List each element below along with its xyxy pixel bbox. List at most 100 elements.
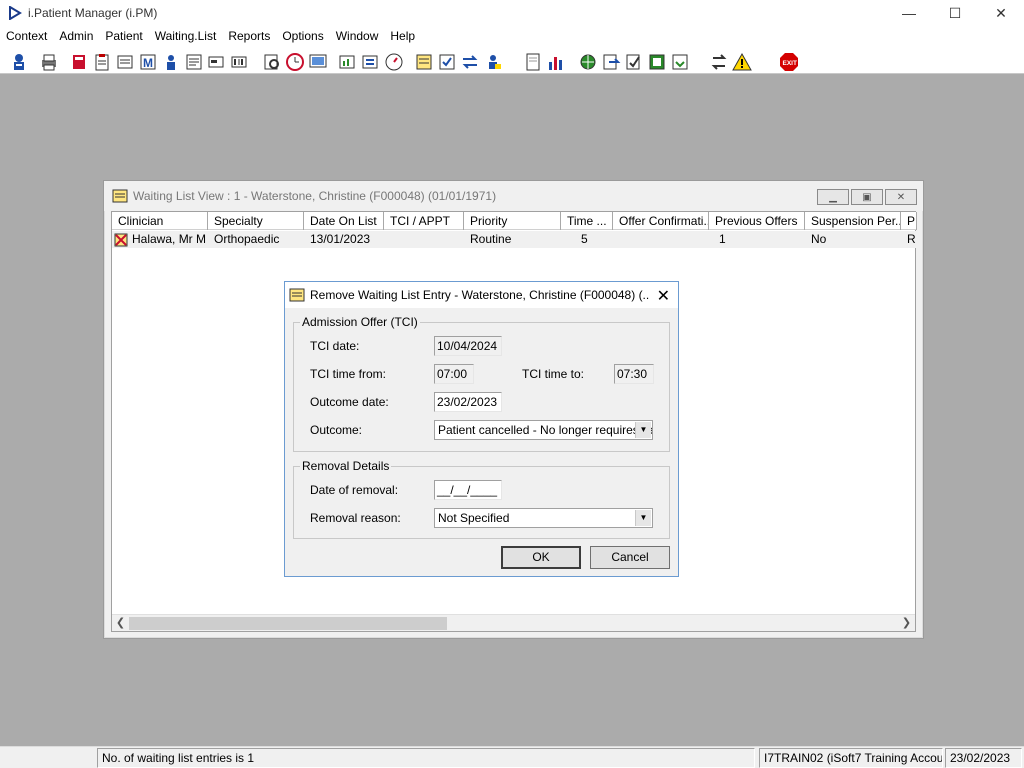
removal-details-legend: Removal Details — [300, 459, 392, 473]
swap-arrows-icon[interactable] — [708, 51, 728, 71]
outcome-date-field[interactable]: 23/02/2023 — [434, 392, 502, 412]
outcome-label: Outcome: — [310, 423, 363, 437]
waiting-list-title: Waiting List View : 1 - Waterstone, Chri… — [133, 189, 497, 203]
maximize-button[interactable]: ☐ — [932, 0, 978, 26]
waiting-list-title-bar: Waiting List View : 1 - Waterstone, Chri… — [104, 181, 923, 211]
cell-p: R — [907, 232, 916, 246]
status-account: I7TRAIN02 (iSoft7 Training Account) — [759, 748, 943, 768]
menu-help[interactable]: Help — [384, 29, 421, 43]
child-restore-button[interactable]: ▣ — [851, 189, 883, 205]
date-of-removal-field[interactable]: __/__/____ — [434, 480, 502, 500]
column-header-tci-appt[interactable]: TCI / APPT — [384, 212, 464, 230]
person-transfer-icon[interactable] — [482, 51, 502, 71]
yellow-doc-icon[interactable] — [413, 51, 433, 71]
date-of-removal-label: Date of removal: — [310, 483, 399, 497]
ok-button[interactable]: OK — [501, 546, 581, 569]
menu-context[interactable]: Context — [0, 29, 53, 43]
column-header-previous-offers[interactable]: Previous Offers — [709, 212, 805, 230]
bar-chart-icon[interactable] — [545, 51, 565, 71]
person-icon[interactable] — [160, 51, 180, 71]
admission-offer-legend: Admission Offer (TCI) — [300, 315, 420, 329]
column-header-date-on-list[interactable]: Date On List — [304, 212, 384, 230]
outcome-select[interactable]: Patient cancelled - No longer requires t… — [434, 420, 653, 440]
column-header-p[interactable]: P — [901, 212, 917, 230]
clipboard-icon[interactable] — [91, 51, 111, 71]
cell-date-on-list: 13/01/2023 — [310, 232, 371, 246]
doc-edit-icon[interactable] — [360, 51, 380, 71]
doc-arrows-icon[interactable] — [669, 51, 689, 71]
doc-tick-icon[interactable] — [623, 51, 643, 71]
menu-window[interactable]: Window — [330, 29, 385, 43]
menu-waiting-list[interactable]: Waiting.List — [149, 29, 223, 43]
app-logo-icon — [9, 6, 22, 20]
cancel-button[interactable]: Cancel — [590, 546, 670, 569]
notepad-icon — [289, 288, 305, 302]
patient-search-icon[interactable] — [8, 51, 28, 71]
cell-tci-appt — [384, 231, 464, 248]
print-icon[interactable] — [38, 51, 58, 71]
minimize-button[interactable]: — — [886, 0, 932, 26]
chevron-down-icon[interactable]: ▼ — [635, 422, 651, 438]
column-header-suspension[interactable]: Suspension Per... — [805, 212, 901, 230]
dialog-close-icon[interactable]: ✕ — [657, 286, 670, 306]
child-close-button[interactable]: ✕ — [885, 189, 917, 205]
book-icon[interactable] — [68, 51, 88, 71]
cell-offer-confirmation — [613, 231, 709, 248]
barcode-icon[interactable] — [229, 51, 249, 71]
doc-green-icon[interactable] — [646, 51, 666, 71]
cell-priority: Routine — [470, 232, 512, 246]
doc-check-icon[interactable] — [436, 51, 456, 71]
cell-time: 5 — [581, 232, 588, 246]
removal-reason-select[interactable]: Not Specified ▼ — [434, 508, 653, 528]
child-minimize-button[interactable]: ▁ — [817, 189, 849, 205]
cell-previous-offers: 1 — [719, 232, 726, 246]
column-header-specialty[interactable]: Specialty — [208, 212, 304, 230]
exit-icon[interactable]: EXIT — [778, 51, 798, 71]
scroll-left-icon[interactable]: ❮ — [112, 615, 129, 632]
outcome-date-label: Outcome date: — [310, 395, 389, 409]
chevron-down-icon[interactable]: ▼ — [635, 510, 651, 526]
scan-icon[interactable] — [206, 51, 226, 71]
tci-time-from-field: 07:00 — [434, 364, 474, 384]
table-row[interactable]: Halawa, Mr M Orthopaedic 13/01/2023 Rout… — [112, 231, 917, 248]
doc-clock-icon[interactable] — [383, 51, 403, 71]
menu-admin[interactable]: Admin — [53, 29, 99, 43]
globe-icon[interactable] — [577, 51, 597, 71]
scroll-thumb[interactable] — [129, 617, 447, 630]
m-letter-icon[interactable]: M — [137, 51, 157, 71]
outcome-value: Patient cancelled - No longer requires t… — [438, 423, 652, 437]
app-title: i.Patient Manager (i.PM) — [28, 6, 158, 20]
form-icon[interactable] — [114, 51, 134, 71]
doc-arrow-icon[interactable] — [600, 51, 621, 71]
magnify-icon[interactable] — [261, 51, 281, 71]
dialog-title-bar: Remove Waiting List Entry - Waterstone, … — [285, 282, 678, 308]
table-header: Clinician Specialty Date On List TCI / A… — [112, 212, 917, 230]
removal-details-group: Removal Details — [293, 459, 670, 539]
notes-icon[interactable] — [183, 51, 203, 71]
clock-icon[interactable] — [284, 51, 304, 71]
transfer-icon[interactable] — [459, 51, 479, 71]
column-header-time[interactable]: Time ... — [561, 212, 613, 230]
column-header-clinician[interactable]: Clinician — [112, 212, 208, 230]
notepad-icon — [112, 189, 128, 203]
removed-entry-icon — [114, 233, 128, 246]
cell-specialty: Orthopaedic — [214, 232, 280, 246]
menu-options[interactable]: Options — [276, 29, 329, 43]
removal-reason-value: Not Specified — [438, 511, 510, 525]
removal-reason-label: Removal reason: — [310, 511, 401, 525]
tci-date-label: TCI date: — [310, 339, 360, 353]
close-button[interactable]: ✕ — [978, 0, 1024, 26]
status-entries: No. of waiting list entries is 1 — [97, 748, 755, 768]
menu-patient[interactable]: Patient — [99, 29, 148, 43]
horizontal-scrollbar[interactable]: ❮ ❯ — [112, 614, 915, 631]
svg-text:EXIT: EXIT — [783, 60, 797, 67]
page-icon[interactable] — [522, 51, 542, 71]
warning-icon[interactable] — [731, 51, 752, 71]
column-header-offer-confirmation[interactable]: Offer Confirmati... — [613, 212, 709, 230]
scroll-right-icon[interactable]: ❯ — [898, 615, 915, 632]
column-header-priority[interactable]: Priority — [464, 212, 561, 230]
menu-reports[interactable]: Reports — [222, 29, 276, 43]
status-date: 23/02/2023 — [945, 748, 1022, 768]
chart-doc-icon[interactable] — [337, 51, 357, 71]
monitor-icon[interactable] — [307, 51, 327, 71]
